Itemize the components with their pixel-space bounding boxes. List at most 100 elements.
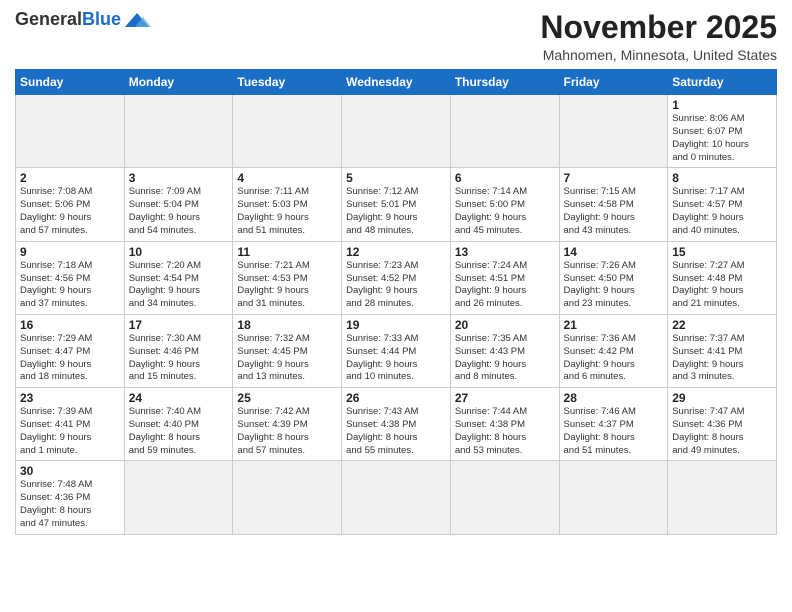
header-friday: Friday <box>559 70 668 95</box>
calendar-cell: 25Sunrise: 7:42 AM Sunset: 4:39 PM Dayli… <box>233 388 342 461</box>
day-info: Sunrise: 7:15 AM Sunset: 4:58 PM Dayligh… <box>564 186 664 237</box>
day-number: 16 <box>20 318 120 332</box>
header-sunday: Sunday <box>16 70 125 95</box>
day-info: Sunrise: 7:24 AM Sunset: 4:51 PM Dayligh… <box>455 260 555 311</box>
calendar-cell: 10Sunrise: 7:20 AM Sunset: 4:54 PM Dayli… <box>124 241 233 314</box>
calendar-cell: 1Sunrise: 8:06 AM Sunset: 6:07 PM Daylig… <box>668 95 777 168</box>
calendar-cell: 16Sunrise: 7:29 AM Sunset: 4:47 PM Dayli… <box>16 314 125 387</box>
header-wednesday: Wednesday <box>342 70 451 95</box>
calendar-cell: 19Sunrise: 7:33 AM Sunset: 4:44 PM Dayli… <box>342 314 451 387</box>
calendar-cell: 11Sunrise: 7:21 AM Sunset: 4:53 PM Dayli… <box>233 241 342 314</box>
day-info: Sunrise: 7:43 AM Sunset: 4:38 PM Dayligh… <box>346 406 446 457</box>
logo-general: General <box>15 9 82 29</box>
day-info: Sunrise: 7:44 AM Sunset: 4:38 PM Dayligh… <box>455 406 555 457</box>
day-info: Sunrise: 7:23 AM Sunset: 4:52 PM Dayligh… <box>346 260 446 311</box>
day-number: 17 <box>129 318 229 332</box>
calendar-cell <box>342 461 451 534</box>
calendar-cell: 5Sunrise: 7:12 AM Sunset: 5:01 PM Daylig… <box>342 168 451 241</box>
day-number: 22 <box>672 318 772 332</box>
week-row-5: 30Sunrise: 7:48 AM Sunset: 4:36 PM Dayli… <box>16 461 777 534</box>
day-info: Sunrise: 7:36 AM Sunset: 4:42 PM Dayligh… <box>564 333 664 384</box>
day-info: Sunrise: 7:46 AM Sunset: 4:37 PM Dayligh… <box>564 406 664 457</box>
calendar-cell <box>559 461 668 534</box>
day-info: Sunrise: 7:17 AM Sunset: 4:57 PM Dayligh… <box>672 186 772 237</box>
calendar-cell <box>124 95 233 168</box>
week-row-2: 9Sunrise: 7:18 AM Sunset: 4:56 PM Daylig… <box>16 241 777 314</box>
day-info: Sunrise: 7:32 AM Sunset: 4:45 PM Dayligh… <box>237 333 337 384</box>
day-info: Sunrise: 7:18 AM Sunset: 4:56 PM Dayligh… <box>20 260 120 311</box>
calendar-cell: 29Sunrise: 7:47 AM Sunset: 4:36 PM Dayli… <box>668 388 777 461</box>
week-row-4: 23Sunrise: 7:39 AM Sunset: 4:41 PM Dayli… <box>16 388 777 461</box>
calendar-cell: 30Sunrise: 7:48 AM Sunset: 4:36 PM Dayli… <box>16 461 125 534</box>
calendar-cell: 4Sunrise: 7:11 AM Sunset: 5:03 PM Daylig… <box>233 168 342 241</box>
calendar-cell: 28Sunrise: 7:46 AM Sunset: 4:37 PM Dayli… <box>559 388 668 461</box>
title-area: November 2025 Mahnomen, Minnesota, Unite… <box>540 10 777 63</box>
day-number: 12 <box>346 245 446 259</box>
calendar-cell <box>450 461 559 534</box>
day-info: Sunrise: 7:39 AM Sunset: 4:41 PM Dayligh… <box>20 406 120 457</box>
calendar-cell: 12Sunrise: 7:23 AM Sunset: 4:52 PM Dayli… <box>342 241 451 314</box>
day-number: 9 <box>20 245 120 259</box>
day-number: 6 <box>455 171 555 185</box>
day-info: Sunrise: 7:09 AM Sunset: 5:04 PM Dayligh… <box>129 186 229 237</box>
day-info: Sunrise: 7:42 AM Sunset: 4:39 PM Dayligh… <box>237 406 337 457</box>
day-info: Sunrise: 7:35 AM Sunset: 4:43 PM Dayligh… <box>455 333 555 384</box>
day-info: Sunrise: 7:26 AM Sunset: 4:50 PM Dayligh… <box>564 260 664 311</box>
header-saturday: Saturday <box>668 70 777 95</box>
calendar-cell: 23Sunrise: 7:39 AM Sunset: 4:41 PM Dayli… <box>16 388 125 461</box>
day-info: Sunrise: 7:29 AM Sunset: 4:47 PM Dayligh… <box>20 333 120 384</box>
day-info: Sunrise: 7:33 AM Sunset: 4:44 PM Dayligh… <box>346 333 446 384</box>
calendar-cell: 14Sunrise: 7:26 AM Sunset: 4:50 PM Dayli… <box>559 241 668 314</box>
day-info: Sunrise: 7:47 AM Sunset: 4:36 PM Dayligh… <box>672 406 772 457</box>
header-tuesday: Tuesday <box>233 70 342 95</box>
calendar-table: Sunday Monday Tuesday Wednesday Thursday… <box>15 69 777 535</box>
day-number: 14 <box>564 245 664 259</box>
calendar-cell: 17Sunrise: 7:30 AM Sunset: 4:46 PM Dayli… <box>124 314 233 387</box>
day-number: 21 <box>564 318 664 332</box>
day-info: Sunrise: 7:12 AM Sunset: 5:01 PM Dayligh… <box>346 186 446 237</box>
calendar-cell: 9Sunrise: 7:18 AM Sunset: 4:56 PM Daylig… <box>16 241 125 314</box>
calendar-subtitle: Mahnomen, Minnesota, United States <box>540 47 777 63</box>
calendar-cell <box>668 461 777 534</box>
day-number: 27 <box>455 391 555 405</box>
day-number: 13 <box>455 245 555 259</box>
calendar-title: November 2025 <box>540 10 777 45</box>
weekday-header-row: Sunday Monday Tuesday Wednesday Thursday… <box>16 70 777 95</box>
day-info: Sunrise: 7:14 AM Sunset: 5:00 PM Dayligh… <box>455 186 555 237</box>
calendar-cell <box>342 95 451 168</box>
day-number: 15 <box>672 245 772 259</box>
calendar-cell: 15Sunrise: 7:27 AM Sunset: 4:48 PM Dayli… <box>668 241 777 314</box>
logo-icon <box>123 11 151 29</box>
header-thursday: Thursday <box>450 70 559 95</box>
calendar-cell: 3Sunrise: 7:09 AM Sunset: 5:04 PM Daylig… <box>124 168 233 241</box>
day-info: Sunrise: 7:20 AM Sunset: 4:54 PM Dayligh… <box>129 260 229 311</box>
calendar-cell <box>233 461 342 534</box>
day-number: 11 <box>237 245 337 259</box>
day-info: Sunrise: 8:06 AM Sunset: 6:07 PM Dayligh… <box>672 113 772 164</box>
week-row-3: 16Sunrise: 7:29 AM Sunset: 4:47 PM Dayli… <box>16 314 777 387</box>
calendar-cell: 26Sunrise: 7:43 AM Sunset: 4:38 PM Dayli… <box>342 388 451 461</box>
day-info: Sunrise: 7:21 AM Sunset: 4:53 PM Dayligh… <box>237 260 337 311</box>
logo-blue: Blue <box>82 9 121 29</box>
header-monday: Monday <box>124 70 233 95</box>
calendar-cell: 24Sunrise: 7:40 AM Sunset: 4:40 PM Dayli… <box>124 388 233 461</box>
day-number: 25 <box>237 391 337 405</box>
calendar-cell <box>233 95 342 168</box>
day-number: 8 <box>672 171 772 185</box>
logo-text: GeneralBlue <box>15 10 121 30</box>
calendar-cell: 21Sunrise: 7:36 AM Sunset: 4:42 PM Dayli… <box>559 314 668 387</box>
logo-area: GeneralBlue <box>15 10 151 30</box>
calendar-cell <box>450 95 559 168</box>
calendar-cell: 27Sunrise: 7:44 AM Sunset: 4:38 PM Dayli… <box>450 388 559 461</box>
calendar-cell: 6Sunrise: 7:14 AM Sunset: 5:00 PM Daylig… <box>450 168 559 241</box>
day-number: 20 <box>455 318 555 332</box>
day-number: 18 <box>237 318 337 332</box>
calendar-cell: 7Sunrise: 7:15 AM Sunset: 4:58 PM Daylig… <box>559 168 668 241</box>
day-number: 19 <box>346 318 446 332</box>
calendar-cell: 8Sunrise: 7:17 AM Sunset: 4:57 PM Daylig… <box>668 168 777 241</box>
day-info: Sunrise: 7:48 AM Sunset: 4:36 PM Dayligh… <box>20 479 120 530</box>
calendar-cell: 20Sunrise: 7:35 AM Sunset: 4:43 PM Dayli… <box>450 314 559 387</box>
day-number: 5 <box>346 171 446 185</box>
calendar-cell: 13Sunrise: 7:24 AM Sunset: 4:51 PM Dayli… <box>450 241 559 314</box>
day-number: 10 <box>129 245 229 259</box>
